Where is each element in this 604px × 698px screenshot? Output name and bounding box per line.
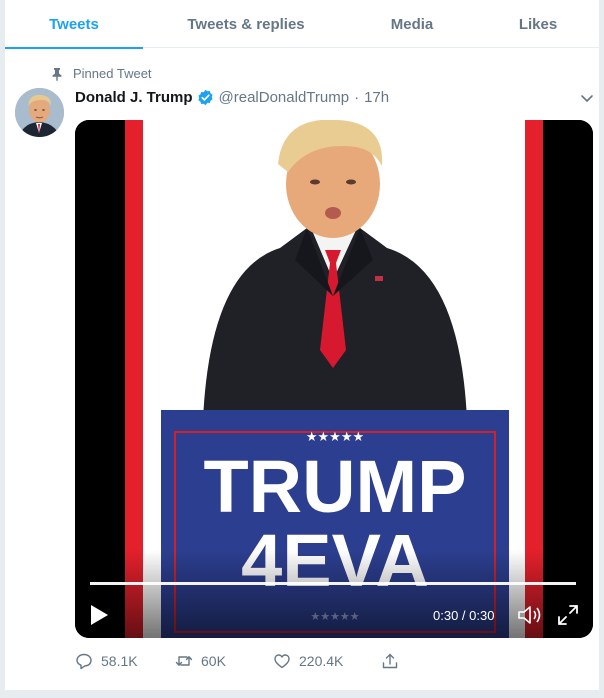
volume-icon[interactable] bbox=[517, 604, 543, 626]
share-action[interactable] bbox=[381, 652, 399, 670]
verified-badge-icon bbox=[197, 89, 213, 106]
like-action[interactable]: 220.4K bbox=[273, 652, 381, 670]
profile-timeline: Tweets Tweets & replies Media Likes Pinn… bbox=[4, 0, 601, 690]
reply-action[interactable]: 58.1K bbox=[75, 652, 175, 670]
reply-icon bbox=[76, 653, 92, 670]
sign-stars-top: ★★★★★ bbox=[306, 429, 364, 444]
share-icon bbox=[382, 653, 398, 669]
avatar[interactable] bbox=[15, 88, 64, 137]
play-icon[interactable] bbox=[89, 604, 109, 626]
like-count: 220.4K bbox=[299, 653, 344, 669]
profile-tabs: Tweets Tweets & replies Media Likes bbox=[5, 0, 601, 49]
chevron-down-icon[interactable] bbox=[577, 88, 597, 108]
tab-tweets[interactable]: Tweets bbox=[5, 0, 143, 49]
tab-media[interactable]: Media bbox=[349, 0, 475, 48]
retweet-icon bbox=[175, 656, 193, 666]
video-time-display: 0:30 / 0:30 bbox=[433, 608, 495, 623]
tweet-actions: 58.1K 60K 220.4K bbox=[75, 652, 399, 670]
tweet-timestamp[interactable]: 17h bbox=[364, 89, 389, 106]
video-frame: ★★★★★ TRUMP 4EVA ★★★★★ bbox=[75, 120, 593, 638]
video-player[interactable]: ★★★★★ TRUMP 4EVA ★★★★★ 0:30 / 0: bbox=[75, 120, 593, 638]
tab-likes[interactable]: Likes bbox=[475, 0, 601, 48]
author-handle[interactable]: @realDonaldTrump bbox=[219, 89, 350, 106]
author-name[interactable]: Donald J. Trump bbox=[75, 89, 193, 106]
sign-line-1: TRUMP bbox=[203, 445, 466, 528]
fullscreen-icon[interactable] bbox=[557, 604, 579, 626]
pin-icon bbox=[52, 67, 62, 81]
tweet-header: Donald J. Trump @realDonaldTrump · 17h bbox=[75, 89, 389, 106]
tab-tweets-and-replies[interactable]: Tweets & replies bbox=[143, 0, 349, 48]
reply-count: 58.1K bbox=[101, 653, 138, 669]
separator: · bbox=[354, 89, 360, 106]
retweet-action[interactable]: 60K bbox=[175, 652, 273, 670]
timeline-divider bbox=[0, 690, 604, 698]
video-controls: 0:30 / 0:30 bbox=[75, 590, 593, 638]
pinned-label: Pinned Tweet bbox=[73, 66, 152, 81]
retweet-count: 60K bbox=[201, 653, 226, 669]
like-icon bbox=[274, 654, 290, 669]
video-progress-bar[interactable] bbox=[90, 582, 576, 585]
pinned-indicator: Pinned Tweet bbox=[51, 66, 152, 81]
